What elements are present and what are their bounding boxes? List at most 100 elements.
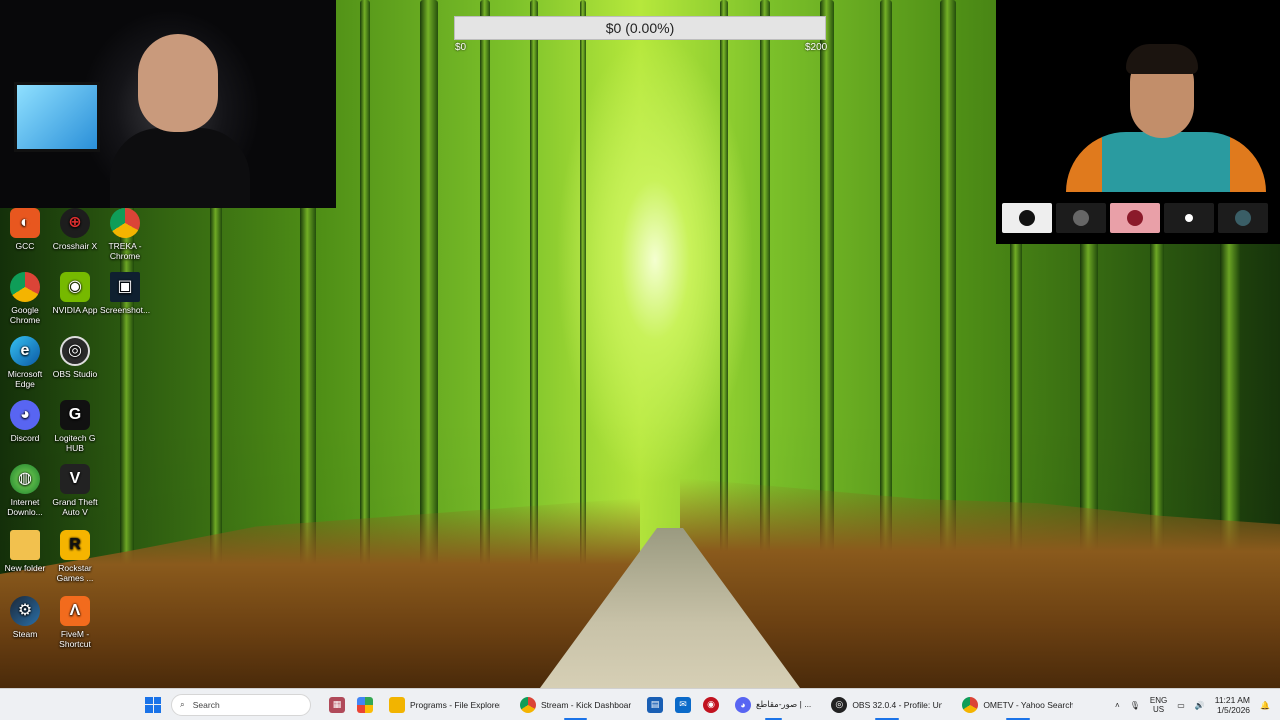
guest-body — [1066, 132, 1266, 192]
desktop-icon-rockstar-games[interactable]: R Rockstar Games ... — [50, 530, 100, 583]
desktop-icon-internet-download-manager[interactable]: ◍ Internet Downlo... — [0, 464, 50, 517]
desktop-icon-label: Discord — [10, 433, 40, 443]
notification-bell-icon[interactable]: 🔔 — [1260, 701, 1270, 710]
chrome-icon — [520, 696, 536, 713]
desktop-icon-label: Microsoft Edge — [7, 369, 43, 389]
clock[interactable]: 11:21 AM 1/5/2026 — [1215, 695, 1250, 715]
language-indicator[interactable]: ENG US — [1150, 696, 1167, 714]
desktop-icon-label: Rockstar Games ... — [56, 563, 94, 583]
participant-thumb[interactable] — [1002, 203, 1052, 233]
taskbar: ⌕ Search ▦ Programs - File Explorer Stre… — [0, 688, 1280, 720]
webcam-overlay-streamer — [0, 0, 336, 208]
desktop-icon-label: GCC — [15, 241, 35, 251]
desktop-icon-label: Steam — [12, 629, 38, 639]
desktop-icon-google-chrome[interactable]: Google Chrome — [0, 272, 50, 325]
fivem-icon: Λ — [60, 596, 90, 626]
crosshair-icon: ⊕ — [60, 208, 90, 238]
clock-date: 1/5/2026 — [1216, 705, 1251, 715]
gcc-icon: ◐ — [10, 208, 40, 238]
microphone-icon[interactable]: 🎙 — [1130, 701, 1140, 710]
desktop-icon-fivem[interactable]: Λ FiveM - Shortcut — [50, 596, 100, 649]
donation-goal-text: $0 (0.00%) — [605, 20, 675, 36]
chrome-icon — [10, 272, 40, 302]
steam-icon: ⚙ — [10, 596, 40, 626]
desktop-icon-label: TREKA - Chrome — [108, 241, 142, 261]
streamer-body — [110, 128, 250, 208]
chrome-icon — [962, 696, 979, 713]
language-code: ENG — [1149, 696, 1168, 705]
taskbar-app-label: Stream - Kick Dashboard — [541, 699, 631, 710]
search-placeholder: Search — [192, 699, 220, 710]
desktop-icon-gta-v[interactable]: V Grand Theft Auto V — [50, 464, 100, 517]
screenshot-thumbnail-icon: ▣ — [110, 272, 140, 302]
folder-icon — [10, 530, 40, 560]
taskbar-app-ometv[interactable]: OMETV - Yahoo Search — [958, 689, 1077, 720]
chevron-up-icon[interactable]: ˄ — [1115, 701, 1120, 710]
desktop-icon-screenshot[interactable]: ▣ Screenshot... — [100, 272, 150, 315]
participant-thumb[interactable] — [1218, 203, 1268, 233]
desktop-icon-treka-chrome[interactable]: TREKA - Chrome — [100, 208, 150, 261]
desktop-icon-label: Internet Downlo... — [7, 497, 43, 517]
desktop-icon-label: Screenshot... — [100, 305, 151, 315]
streamer-head — [138, 34, 218, 132]
calendar-icon[interactable]: ▤ — [647, 696, 663, 713]
colorful-app-icon[interactable] — [357, 696, 373, 713]
desktop-icon-crosshair-x[interactable]: ⊕ Crosshair X — [50, 208, 100, 251]
system-tray: ˄ 🎙 ENG US ▭ 🔊 11:21 AM 1/5/2026 🔔 — [1115, 689, 1270, 720]
webcam-overlay-guest — [996, 0, 1280, 192]
chrome-icon — [110, 208, 140, 238]
desktop-icon-steam[interactable]: ⚙ Steam — [0, 596, 50, 639]
edge-icon: e — [10, 336, 40, 366]
desktop-icon-label: New folder — [4, 563, 46, 573]
desktop-icon-gcc[interactable]: ◐ GCC — [0, 208, 50, 251]
obs-icon: ◎ — [60, 336, 90, 366]
taskbar-app-discord[interactable]: ◕ صور-مقاطع | ... — [731, 689, 815, 720]
rockstar-icon: R — [60, 530, 90, 560]
participant-thumb[interactable] — [1056, 203, 1106, 233]
taskbar-app-kick-dashboard[interactable]: Stream - Kick Dashboard — [516, 689, 635, 720]
discord-icon: ◕ — [735, 696, 751, 713]
search-icon: ⌕ — [180, 699, 185, 709]
desktop-icon-label: OBS Studio — [52, 369, 98, 379]
desktop-icon-logitech-g-hub[interactable]: G Logitech G HUB — [50, 400, 100, 453]
taskbar-app-file-explorer[interactable]: Programs - File Explorer — [385, 689, 504, 720]
desktop-icon-new-folder[interactable]: New folder — [0, 530, 50, 573]
taskbar-app-obs[interactable]: ◎ OBS 32.0.4 - Profile: Unt — [827, 689, 946, 720]
participant-thumb[interactable] — [1164, 203, 1214, 233]
outlook-icon[interactable]: ✉ — [675, 696, 691, 713]
desktop-icon-nvidia-app[interactable]: ◉ NVIDIA App — [50, 272, 100, 315]
desktop-icon-obs-studio[interactable]: ◎ OBS Studio — [50, 336, 100, 379]
participant-thumb[interactable] — [1110, 203, 1160, 233]
network-icon[interactable]: ▭ — [1177, 701, 1185, 710]
taskbar-app-label: OBS 32.0.4 - Profile: Unt — [852, 699, 943, 710]
volume-icon[interactable]: 🔊 — [1195, 701, 1205, 710]
red-app-icon[interactable]: ◉ — [703, 696, 719, 713]
region-code: US — [1152, 705, 1165, 714]
desktop-icon-label: Google Chrome — [9, 305, 41, 325]
donation-goal-bar: $0 (0.00%) — [454, 16, 826, 40]
desktop-icon-label: Grand Theft Auto V — [52, 497, 98, 517]
guest-hair — [1126, 44, 1198, 74]
donation-goal-max: $200 — [805, 42, 828, 53]
logitech-g-icon: G — [60, 400, 90, 430]
store-icon[interactable]: ▦ — [329, 696, 345, 713]
start-button[interactable] — [145, 696, 161, 713]
desktop-icon-label: FiveM - Shortcut — [59, 629, 91, 649]
gta-v-icon: V — [60, 464, 90, 494]
nvidia-icon: ◉ — [60, 272, 90, 302]
desktop-icon-label: Crosshair X — [52, 241, 98, 251]
discord-icon: ◕ — [10, 400, 40, 430]
background-monitor — [14, 82, 100, 152]
taskbar-app-label: صور-مقاطع | ... — [756, 699, 812, 709]
obs-icon: ◎ — [831, 696, 848, 713]
globe-download-icon: ◍ — [10, 464, 40, 494]
clock-time: 11:21 AM — [1214, 695, 1251, 705]
taskbar-search[interactable]: ⌕ Search — [171, 693, 311, 716]
taskbar-app-label: Programs - File Explorer — [410, 699, 500, 710]
desktop-icon-label: Logitech G HUB — [54, 433, 96, 453]
desktop-icon-label: NVIDIA App — [52, 305, 98, 315]
desktop-icon-discord[interactable]: ◕ Discord — [0, 400, 50, 443]
desktop-icon-microsoft-edge[interactable]: e Microsoft Edge — [0, 336, 50, 389]
participant-strip — [996, 192, 1280, 244]
taskbar-app-label: OMETV - Yahoo Search — [983, 699, 1074, 710]
